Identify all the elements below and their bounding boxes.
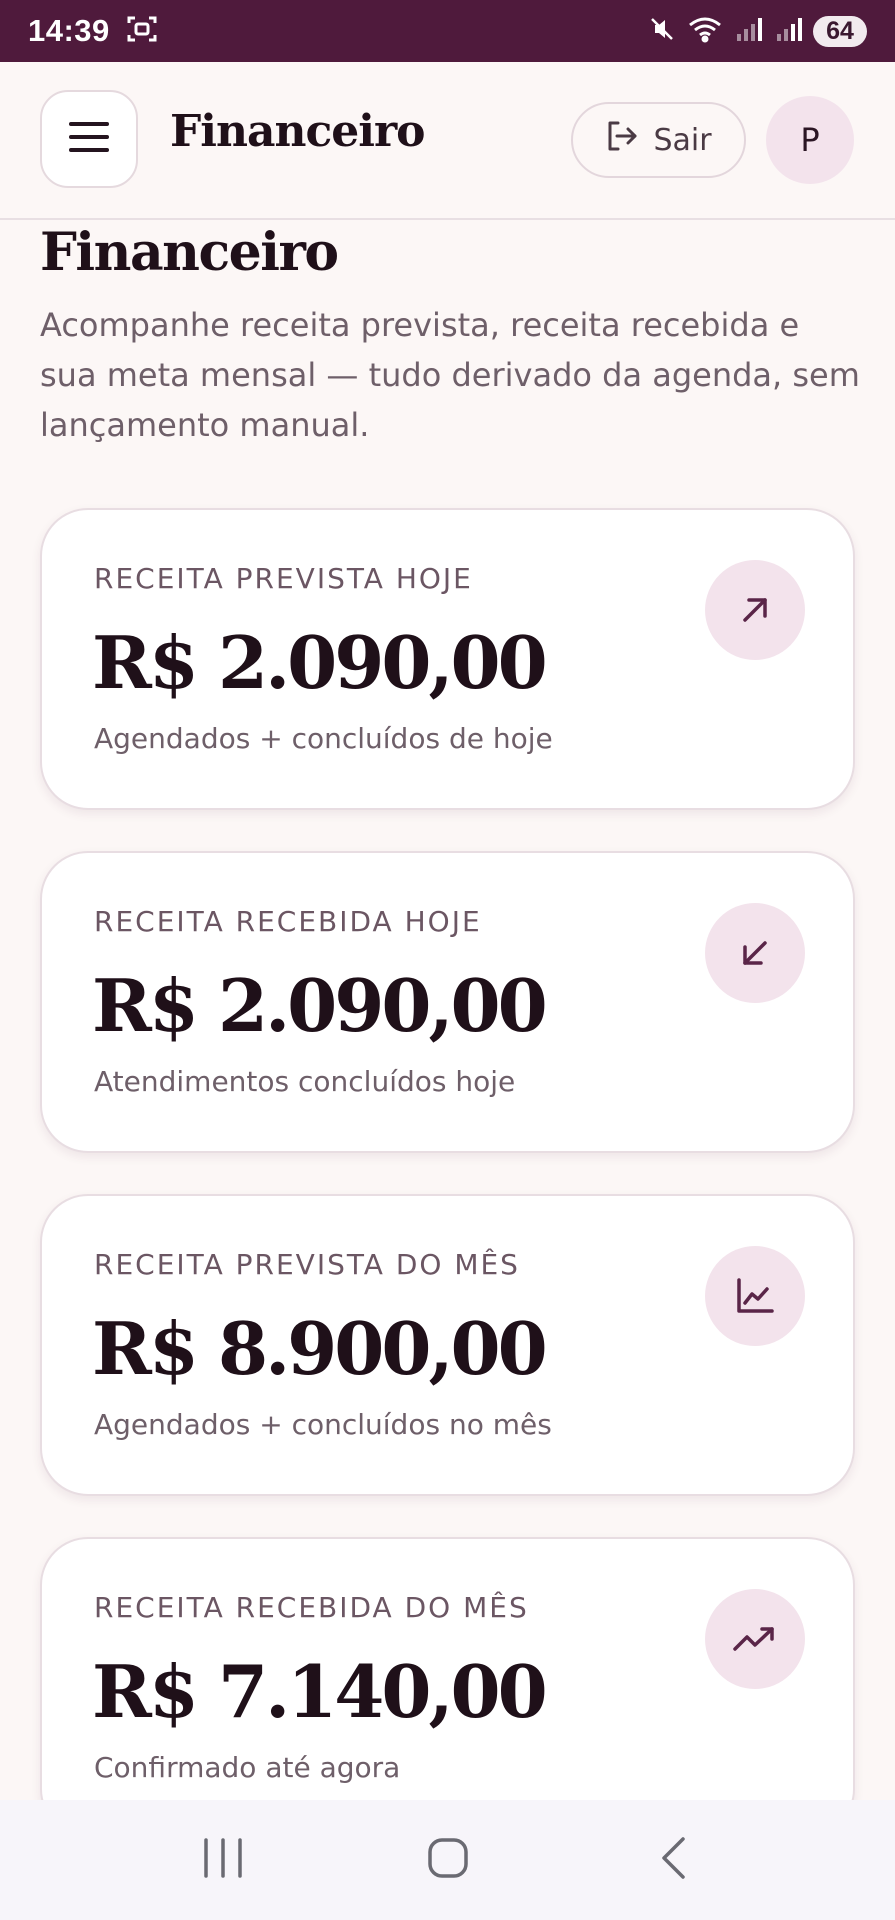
card-label: RECEITA PREVISTA DO MÊS xyxy=(94,1248,520,1281)
signal-icon xyxy=(733,14,763,48)
card-receita-recebida-mes: RECEITA RECEBIDA DO MÊS R$ 7.140,00 Conf… xyxy=(40,1537,855,1837)
card-value: R$ 2.090,00 xyxy=(92,620,548,705)
header-title: Financeiro xyxy=(170,106,425,157)
card-receita-prevista-hoje: RECEITA PREVISTA HOJE R$ 2.090,00 Agenda… xyxy=(40,508,855,810)
signal-icon-2 xyxy=(773,14,803,48)
arrow-down-left-icon xyxy=(705,903,805,1003)
status-right: 64 xyxy=(647,14,867,48)
card-value: R$ 7.140,00 xyxy=(92,1649,548,1734)
screenshot-icon xyxy=(126,14,158,48)
card-label: RECEITA PREVISTA HOJE xyxy=(94,562,473,595)
recents-icon xyxy=(202,1836,244,1884)
card-value: R$ 2.090,00 xyxy=(92,963,548,1048)
battery-indicator: 64 xyxy=(813,15,867,47)
status-bar: 14:39 64 xyxy=(0,0,895,62)
card-receita-prevista-mes: RECEITA PREVISTA DO MÊS R$ 8.900,00 Agen… xyxy=(40,1194,855,1496)
recents-button[interactable] xyxy=(183,1820,263,1900)
line-chart-icon xyxy=(705,1246,805,1346)
arrow-up-right-icon xyxy=(705,560,805,660)
avatar[interactable]: P xyxy=(766,96,854,184)
home-button[interactable] xyxy=(408,1820,488,1900)
card-subtitle: Agendados + concluídos de hoje xyxy=(94,722,553,755)
mute-icon xyxy=(647,14,677,48)
card-subtitle: Atendimentos concluídos hoje xyxy=(94,1065,516,1098)
card-subtitle: Agendados + concluídos no mês xyxy=(94,1408,552,1441)
card-value: R$ 8.900,00 xyxy=(92,1306,548,1391)
wifi-icon xyxy=(687,14,723,48)
card-label: RECEITA RECEBIDA DO MÊS xyxy=(94,1591,529,1624)
back-button[interactable] xyxy=(633,1820,713,1900)
hamburger-icon xyxy=(69,121,109,157)
back-icon xyxy=(658,1835,688,1885)
app-header: Financeiro Sair P xyxy=(0,62,895,220)
system-nav-bar xyxy=(0,1800,895,1920)
status-left: 14:39 xyxy=(28,13,158,49)
logout-button[interactable]: Sair xyxy=(571,102,746,178)
logout-icon xyxy=(605,120,639,160)
page-description: Acompanhe receita prevista, receita rece… xyxy=(40,306,860,444)
logout-label: Sair xyxy=(653,122,712,158)
home-icon xyxy=(426,1836,470,1884)
menu-button[interactable] xyxy=(40,90,138,188)
card-receita-recebida-hoje: RECEITA RECEBIDA HOJE R$ 2.090,00 Atendi… xyxy=(40,851,855,1153)
page-title: Financeiro xyxy=(40,222,339,283)
card-label: RECEITA RECEBIDA HOJE xyxy=(94,905,482,938)
card-subtitle: Confirmado até agora xyxy=(94,1751,401,1784)
status-time: 14:39 xyxy=(28,13,110,48)
trending-up-icon xyxy=(705,1589,805,1689)
